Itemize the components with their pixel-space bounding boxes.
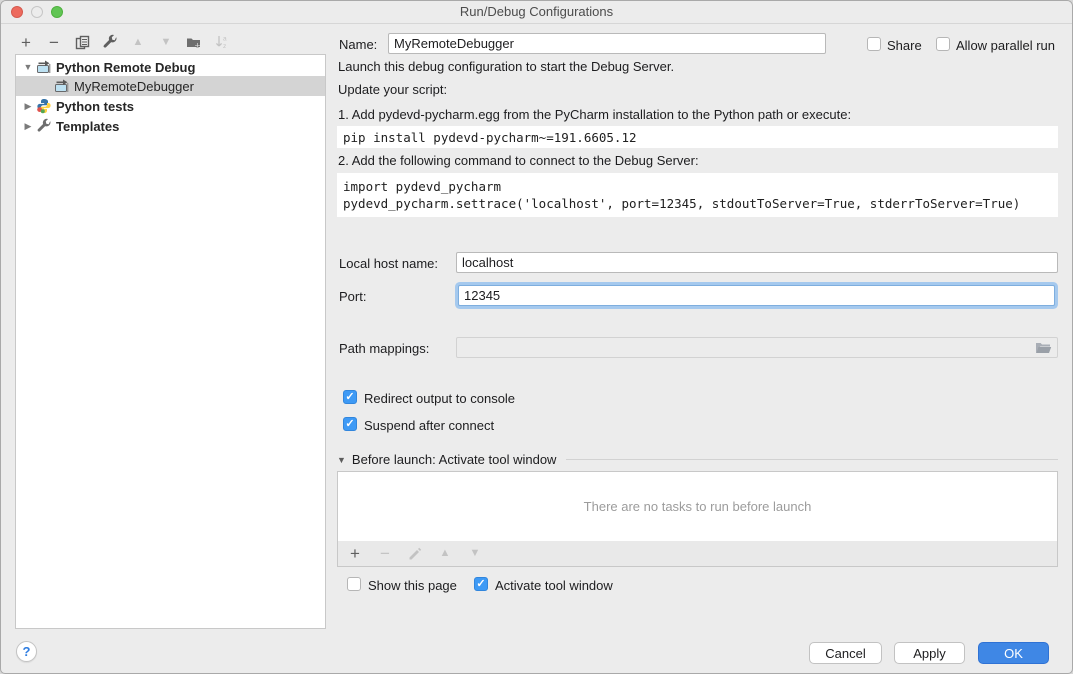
allow-parallel-run-label: Allow parallel run bbox=[956, 38, 1055, 53]
share-label: Share bbox=[887, 38, 922, 53]
arrow-up-icon: ▲ bbox=[133, 37, 144, 48]
path-mappings-label: Path mappings: bbox=[339, 341, 429, 356]
activate-tool-window-label: Activate tool window bbox=[495, 578, 613, 593]
share-checkbox[interactable] bbox=[867, 37, 881, 51]
help-button[interactable]: ? bbox=[16, 641, 37, 662]
folder-icon bbox=[1035, 340, 1052, 355]
configurations-tree: ▼ Python Remote Debug MyRemoteDebugger bbox=[15, 54, 326, 629]
tree-item-label: Templates bbox=[56, 119, 119, 134]
move-up-button[interactable]: ▲ bbox=[127, 32, 149, 52]
remote-debug-icon bbox=[36, 59, 52, 75]
instruction-line-1: Launch this debug configuration to start… bbox=[338, 59, 674, 74]
empty-task-list-text: There are no tasks to run before launch bbox=[584, 499, 812, 514]
task-list-toolbar: + − ▲ ▼ bbox=[337, 541, 1058, 567]
run-debug-configurations-dialog: Run/Debug Configurations + − ▲ ▼ bbox=[0, 0, 1073, 674]
local-host-name-input[interactable] bbox=[456, 252, 1058, 273]
remote-debug-icon bbox=[54, 78, 70, 94]
svg-text:a: a bbox=[223, 36, 227, 43]
question-mark-icon: ? bbox=[23, 644, 31, 659]
suspend-after-connect-checkbox[interactable]: ✓ bbox=[343, 417, 357, 431]
tree-item-templates[interactable]: ▶ Templates bbox=[16, 116, 325, 136]
copy-icon bbox=[75, 35, 90, 50]
header-rule bbox=[566, 459, 1058, 460]
arrow-down-icon: ▼ bbox=[470, 548, 481, 559]
arrow-down-icon: ▼ bbox=[161, 37, 172, 48]
apply-button[interactable]: Apply bbox=[894, 642, 965, 664]
port-label: Port: bbox=[339, 289, 366, 304]
tree-item-label: Python tests bbox=[56, 99, 134, 114]
chevron-collapsed-icon[interactable]: ▶ bbox=[22, 121, 34, 132]
checkmark-icon: ✓ bbox=[475, 578, 487, 590]
edit-defaults-button[interactable] bbox=[99, 32, 121, 52]
local-host-name-label: Local host name: bbox=[339, 256, 438, 271]
move-down-button[interactable]: ▼ bbox=[155, 32, 177, 52]
settrace-code-block[interactable]: import pydevd_pycharm pydevd_pycharm.set… bbox=[337, 173, 1058, 217]
copy-configuration-button[interactable] bbox=[71, 32, 93, 52]
wrench-icon bbox=[102, 34, 118, 50]
checkmark-icon: ✓ bbox=[344, 418, 356, 430]
pip-install-command[interactable]: pip install pydevd-pycharm~=191.6605.12 bbox=[337, 126, 1058, 148]
cancel-button[interactable]: Cancel bbox=[809, 642, 882, 664]
svg-text:z: z bbox=[223, 43, 226, 50]
instruction-step-1: 1. Add pydevd-pycharm.egg from the PyCha… bbox=[338, 107, 851, 122]
add-configuration-button[interactable]: + bbox=[15, 32, 37, 52]
plus-icon: + bbox=[21, 34, 31, 51]
activate-tool-window-checkbox[interactable]: ✓ bbox=[474, 577, 488, 591]
before-launch-task-list[interactable]: There are no tasks to run before launch bbox=[337, 471, 1058, 542]
chevron-expanded-icon[interactable]: ▼ bbox=[22, 62, 34, 72]
sort-az-icon: a z bbox=[214, 34, 230, 50]
port-input[interactable] bbox=[458, 285, 1055, 306]
tree-item-label: MyRemoteDebugger bbox=[74, 79, 194, 94]
tree-item-label: Python Remote Debug bbox=[56, 60, 195, 75]
plus-icon: + bbox=[350, 545, 360, 562]
code-line-2: pydevd_pycharm.settrace('localhost', por… bbox=[343, 196, 1020, 211]
instruction-line-2: Update your script: bbox=[338, 82, 447, 97]
show-this-page-label: Show this page bbox=[368, 578, 457, 593]
add-task-button[interactable]: + bbox=[344, 544, 366, 564]
pencil-icon bbox=[408, 547, 422, 561]
collapse-triangle-icon[interactable]: ▼ bbox=[337, 455, 346, 465]
minus-icon: − bbox=[49, 34, 59, 51]
remove-task-button[interactable]: − bbox=[374, 544, 396, 564]
minus-icon: − bbox=[380, 545, 390, 562]
tree-item-myremotedebugger[interactable]: MyRemoteDebugger bbox=[16, 76, 325, 96]
window-title: Run/Debug Configurations bbox=[1, 4, 1072, 19]
sort-configurations-button[interactable]: a z bbox=[211, 32, 233, 52]
python-tests-icon bbox=[36, 98, 52, 114]
code-line-1: import pydevd_pycharm bbox=[343, 179, 501, 194]
tree-item-python-remote-debug[interactable]: ▼ Python Remote Debug bbox=[16, 57, 325, 77]
name-input[interactable] bbox=[388, 33, 826, 54]
before-launch-title: Before launch: Activate tool window bbox=[352, 452, 557, 467]
redirect-output-checkbox[interactable]: ✓ bbox=[343, 390, 357, 404]
configurations-toolbar: + − ▲ ▼ a z bbox=[15, 31, 233, 53]
folder-plus-icon bbox=[186, 34, 202, 50]
chevron-collapsed-icon[interactable]: ▶ bbox=[22, 101, 34, 112]
browse-path-mappings-button[interactable] bbox=[1035, 340, 1052, 355]
templates-wrench-icon bbox=[36, 118, 52, 134]
titlebar: Run/Debug Configurations bbox=[1, 1, 1072, 24]
remove-configuration-button[interactable]: − bbox=[43, 32, 65, 52]
create-folder-button[interactable] bbox=[183, 32, 205, 52]
arrow-up-icon: ▲ bbox=[440, 548, 451, 559]
path-mappings-input[interactable] bbox=[456, 337, 1058, 358]
allow-parallel-run-checkbox[interactable] bbox=[936, 37, 950, 51]
move-task-up-button[interactable]: ▲ bbox=[434, 544, 456, 564]
redirect-output-label: Redirect output to console bbox=[364, 391, 515, 406]
suspend-after-connect-label: Suspend after connect bbox=[364, 418, 494, 433]
edit-task-button[interactable] bbox=[404, 544, 426, 564]
show-this-page-checkbox[interactable] bbox=[347, 577, 361, 591]
instruction-step-2: 2. Add the following command to connect … bbox=[338, 153, 699, 168]
ok-button[interactable]: OK bbox=[978, 642, 1049, 664]
tree-item-python-tests[interactable]: ▶ Python tests bbox=[16, 96, 325, 116]
name-label: Name: bbox=[339, 37, 377, 52]
move-task-down-button[interactable]: ▼ bbox=[464, 544, 486, 564]
before-launch-header[interactable]: ▼ Before launch: Activate tool window bbox=[337, 452, 1058, 467]
checkmark-icon: ✓ bbox=[344, 391, 356, 403]
